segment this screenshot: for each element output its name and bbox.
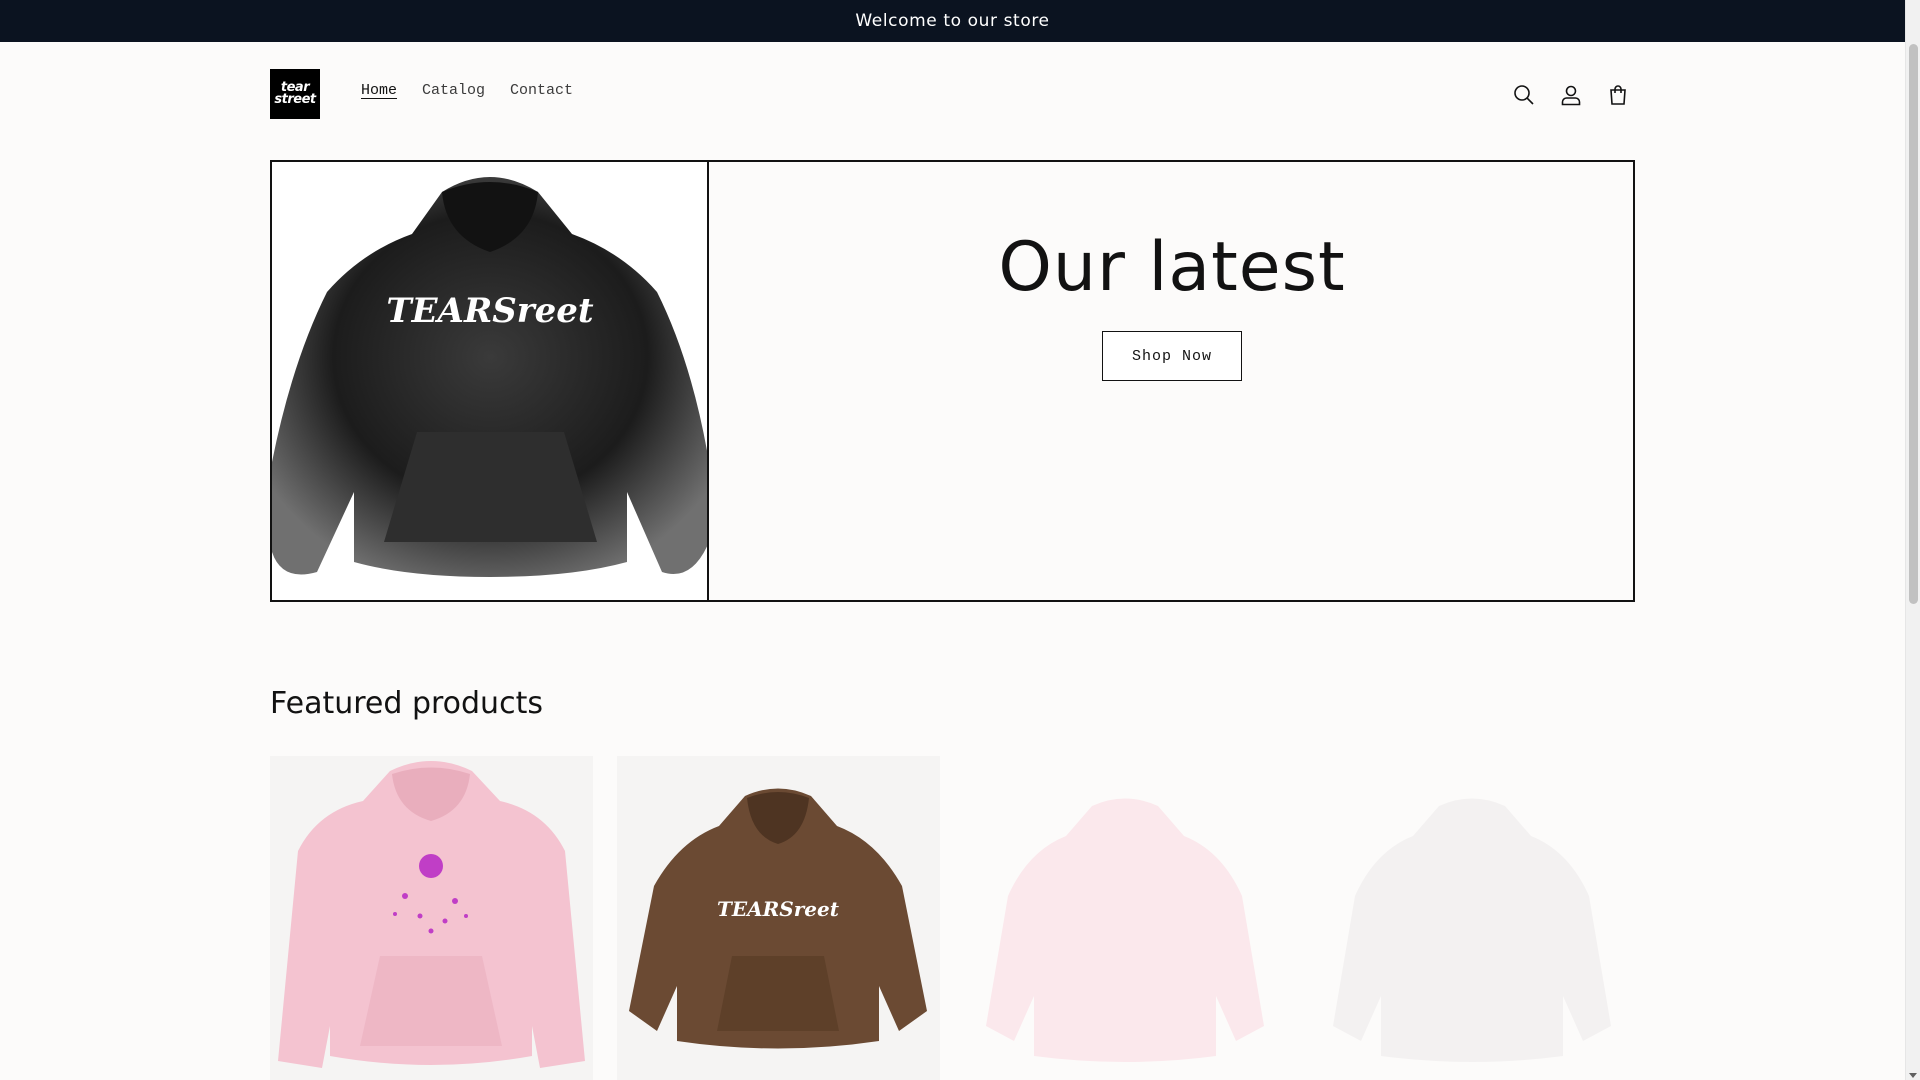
product-image-pink-hoodie <box>278 761 585 1068</box>
account-button[interactable] <box>1554 78 1587 111</box>
main-nav: Home Catalog Contact <box>361 82 573 99</box>
site-header: tear street Home Catalog Contact <box>270 42 1634 147</box>
store-logo[interactable]: tear street <box>270 69 320 119</box>
brown-hoodie-print: TEARSreet <box>717 897 840 921</box>
hero-image: TEARSreet <box>272 162 709 600</box>
nav-contact[interactable]: Contact <box>510 82 573 99</box>
announcement-bar: Welcome to our store <box>0 0 1905 42</box>
hero-content: Our latest Shop Now <box>711 162 1633 600</box>
announcement-text: Welcome to our store <box>855 11 1050 31</box>
product-grid: TEARSreet <box>270 756 1635 1080</box>
hero-banner: TEARSreet Our latest Shop Now <box>270 160 1635 602</box>
nav-home[interactable]: Home <box>361 82 397 99</box>
product-image-grey-hoodie <box>1333 798 1611 1062</box>
shop-now-button[interactable]: Shop Now <box>1102 331 1242 381</box>
product-image-light-pink-hoodie <box>986 798 1264 1062</box>
logo-line-2: street <box>274 92 316 107</box>
account-icon <box>1561 85 1580 105</box>
nav-catalog[interactable]: Catalog <box>422 82 485 99</box>
product-card[interactable] <box>1311 756 1634 1080</box>
product-card[interactable]: TEARSreet <box>617 756 940 1080</box>
product-card[interactable] <box>270 756 593 1080</box>
search-button[interactable] <box>1507 78 1540 111</box>
search-icon <box>1513 84 1534 105</box>
hero-title: Our latest <box>998 228 1346 307</box>
featured-products-heading: Featured products <box>270 686 543 721</box>
cart-icon <box>1609 84 1626 105</box>
scroll-down-arrow-icon[interactable] <box>1909 1073 1917 1078</box>
hero-hoodie-print: TEARSreet <box>386 291 594 331</box>
header-icons <box>1507 78 1634 111</box>
cart-button[interactable] <box>1601 78 1634 111</box>
product-image-brown-hoodie: TEARSreet <box>629 788 927 1049</box>
page-scrollbar[interactable] <box>1905 0 1920 1080</box>
hero-hoodie-image: TEARSreet <box>272 177 707 577</box>
scrollbar-thumb[interactable] <box>1909 44 1918 604</box>
product-card[interactable] <box>964 756 1287 1080</box>
